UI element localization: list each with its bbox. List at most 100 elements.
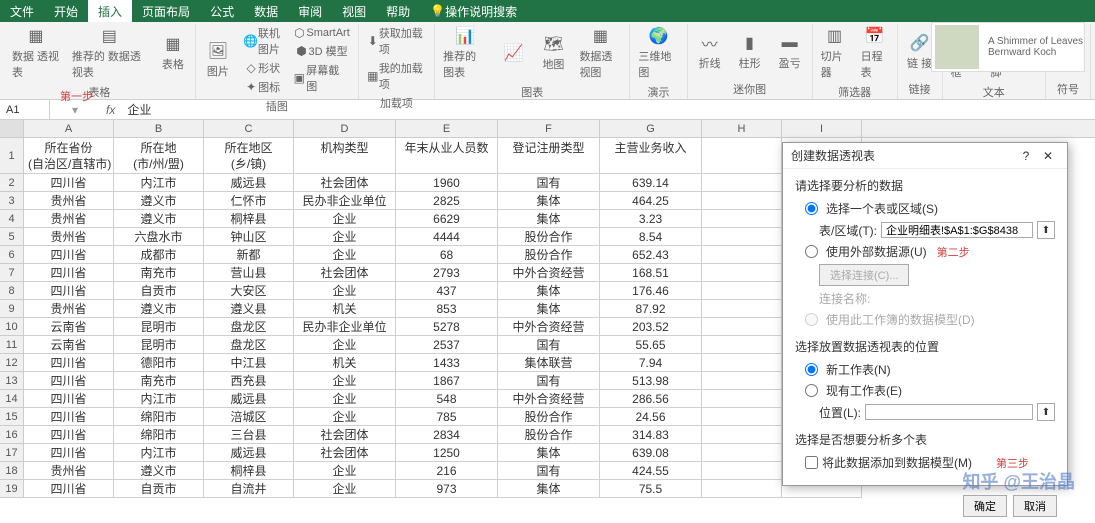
cell[interactable]: 286.56 [600, 390, 702, 408]
cell[interactable]: 民办非企业单位 [294, 192, 396, 210]
cell[interactable]: 股份合作 [498, 408, 600, 426]
cell[interactable]: 遵义市 [114, 192, 204, 210]
tab-view[interactable]: 视图 [332, 0, 376, 22]
fx-icon[interactable]: fx [100, 103, 121, 117]
tab-layout[interactable]: 页面布局 [132, 0, 200, 22]
cell[interactable]: 168.51 [600, 264, 702, 282]
rowhdr-10[interactable]: 10 [0, 318, 24, 336]
cell[interactable] [702, 192, 782, 210]
cell[interactable]: 贵州省 [24, 300, 114, 318]
header-cell[interactable]: 所在地(市/州/盟) [114, 138, 204, 174]
cell[interactable]: 785 [396, 408, 498, 426]
cell[interactable]: 贵州省 [24, 210, 114, 228]
3dmap-button[interactable]: 🌍三维地 图 [634, 24, 682, 82]
cell[interactable] [702, 264, 782, 282]
cell[interactable]: 云南省 [24, 318, 114, 336]
cell[interactable]: 国有 [498, 336, 600, 354]
pivot-table-button[interactable]: ▦数据 透视表 [8, 24, 64, 82]
cell[interactable]: 集体 [498, 444, 600, 462]
cell[interactable] [702, 480, 782, 498]
cell[interactable]: 3.23 [600, 210, 702, 228]
cell[interactable]: 企业 [294, 372, 396, 390]
cell[interactable]: 贵州省 [24, 192, 114, 210]
rowhdr-17[interactable]: 17 [0, 444, 24, 462]
rec-chart-button[interactable]: 📊推荐的 图表 [439, 24, 491, 82]
cell[interactable]: 639.08 [600, 444, 702, 462]
header-cell[interactable]: 主营业务收入 [600, 138, 702, 174]
smartart-button[interactable]: ⬡SmartArt [288, 25, 353, 41]
radio-select-range[interactable]: 选择一个表或区域(S) [805, 200, 1055, 217]
cell[interactable]: 企业 [294, 336, 396, 354]
cell[interactable]: 大安区 [204, 282, 294, 300]
cell[interactable] [702, 300, 782, 318]
cell[interactable] [702, 390, 782, 408]
rowhdr-14[interactable]: 14 [0, 390, 24, 408]
cell[interactable]: 营山县 [204, 264, 294, 282]
screenshot-button[interactable]: ▣屏幕截图 [288, 61, 353, 95]
header-cell[interactable]: 年末从业人员数 [396, 138, 498, 174]
cell[interactable]: 威远县 [204, 390, 294, 408]
cell[interactable]: 75.5 [600, 480, 702, 498]
cell[interactable]: 企业 [294, 462, 396, 480]
cell[interactable]: 四川省 [24, 426, 114, 444]
cell[interactable]: 民办非企业单位 [294, 318, 396, 336]
cell[interactable]: 遵义市 [114, 300, 204, 318]
cell[interactable]: 4444 [396, 228, 498, 246]
cell[interactable]: 1250 [396, 444, 498, 462]
cell[interactable]: 昆明市 [114, 336, 204, 354]
cell[interactable]: 四川省 [24, 372, 114, 390]
cell[interactable]: 2537 [396, 336, 498, 354]
tab-review[interactable]: 审阅 [288, 0, 332, 22]
cell[interactable]: 652.43 [600, 246, 702, 264]
colhdr-E[interactable]: E [396, 120, 498, 137]
cell[interactable]: 内江市 [114, 390, 204, 408]
cell[interactable]: 自贡市 [114, 480, 204, 498]
rowhdr-4[interactable]: 4 [0, 210, 24, 228]
cell[interactable]: 企业 [294, 480, 396, 498]
cell[interactable]: 盘龙区 [204, 318, 294, 336]
cell[interactable]: 机关 [294, 354, 396, 372]
cell[interactable]: 南充市 [114, 264, 204, 282]
cancel-button[interactable]: 取消 [1013, 495, 1057, 517]
cell[interactable] [702, 408, 782, 426]
tab-file[interactable]: 文件 [0, 0, 44, 22]
cell[interactable]: 国有 [498, 372, 600, 390]
tab-tellme[interactable]: 💡 操作说明搜索 [420, 0, 527, 22]
cell[interactable]: 股份合作 [498, 246, 600, 264]
cell[interactable] [702, 336, 782, 354]
location-input[interactable] [865, 404, 1033, 420]
name-box[interactable]: A1 [0, 100, 50, 119]
rowhdr-7[interactable]: 7 [0, 264, 24, 282]
cell[interactable]: 176.46 [600, 282, 702, 300]
cell[interactable]: 集体 [498, 282, 600, 300]
cell[interactable]: 四川省 [24, 282, 114, 300]
cell[interactable]: 四川省 [24, 408, 114, 426]
map-button[interactable]: 🗺地图 [535, 24, 571, 82]
cell[interactable]: 2825 [396, 192, 498, 210]
radio-new-sheet[interactable]: 新工作表(N) [805, 361, 1055, 378]
colhdr-C[interactable]: C [204, 120, 294, 137]
header-cell[interactable]: 机构类型 [294, 138, 396, 174]
rowhdr-11[interactable]: 11 [0, 336, 24, 354]
cell[interactable]: 企业 [294, 246, 396, 264]
radio-select-range-input[interactable] [805, 202, 818, 215]
ok-button[interactable]: 确定 [963, 495, 1007, 517]
cell[interactable] [702, 282, 782, 300]
cell[interactable]: 2793 [396, 264, 498, 282]
rowhdr-13[interactable]: 13 [0, 372, 24, 390]
cell[interactable] [702, 372, 782, 390]
radio-newsheet-input[interactable] [805, 363, 818, 376]
cell[interactable]: 股份合作 [498, 228, 600, 246]
colhdr-I[interactable]: I [782, 120, 862, 137]
cell[interactable]: 55.65 [600, 336, 702, 354]
cell[interactable]: 四川省 [24, 444, 114, 462]
cell[interactable]: 新都 [204, 246, 294, 264]
cell[interactable]: 437 [396, 282, 498, 300]
my-addin-button[interactable]: ▦我的加载项 [363, 59, 430, 93]
rowhdr-9[interactable]: 9 [0, 300, 24, 318]
cell[interactable]: 贵州省 [24, 462, 114, 480]
cell[interactable]: 社会团体 [294, 444, 396, 462]
chk-add-datamodel-input[interactable] [805, 456, 818, 469]
cell[interactable]: 绵阳市 [114, 408, 204, 426]
cell[interactable]: 德阳市 [114, 354, 204, 372]
